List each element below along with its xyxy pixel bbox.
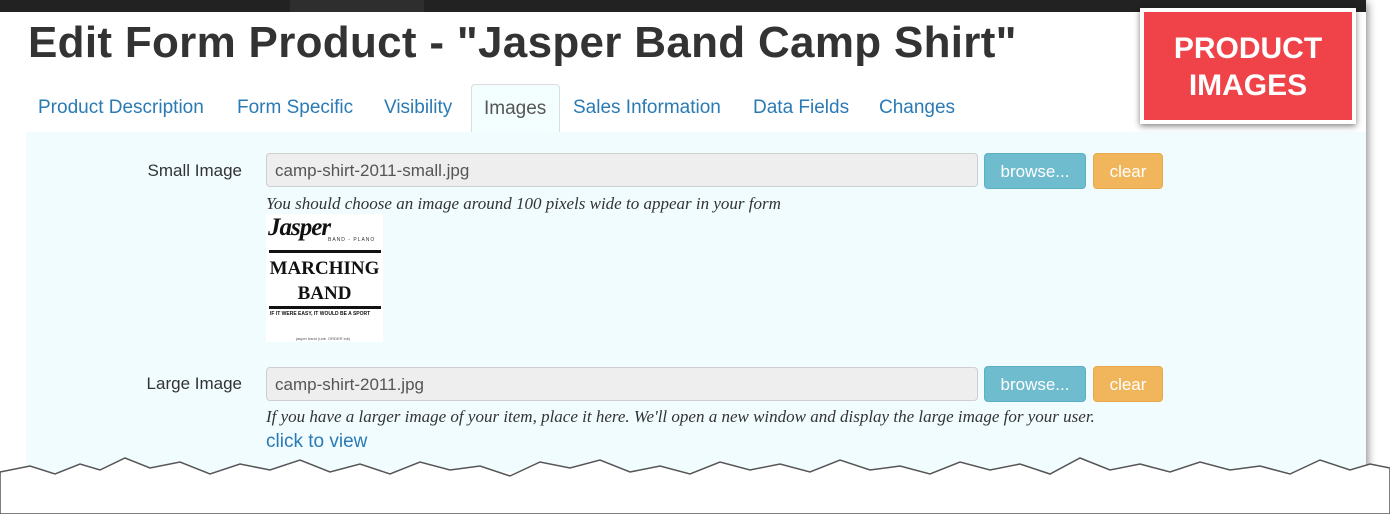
tab-visibility[interactable]: Visibility: [372, 84, 464, 131]
tab-form-specific[interactable]: Form Specific: [225, 84, 365, 131]
preview-rule-top: [269, 250, 381, 253]
product-images-badge: PRODUCT IMAGES: [1140, 8, 1356, 124]
badge-line1: PRODUCT: [1173, 32, 1323, 65]
small-image-browse-button[interactable]: browse...: [984, 153, 1086, 189]
tab-product-description[interactable]: Product Description: [26, 84, 216, 131]
top-nav-segment: [290, 0, 424, 12]
large-image-clear-button[interactable]: clear: [1093, 366, 1163, 402]
tab-data-fields[interactable]: Data Fields: [741, 84, 861, 131]
preview-rule-bottom: [269, 306, 381, 309]
preview-logo-text: Jasper: [268, 214, 331, 241]
tab-images[interactable]: Images: [471, 84, 560, 133]
large-image-label: Large Image: [146, 374, 242, 393]
page-title: Edit Form Product - "Jasper Band Camp Sh…: [28, 18, 1017, 67]
preview-sub-text: BAND - PLANO: [328, 237, 376, 243]
torn-edge: [0, 457, 1390, 514]
click-to-view-link[interactable]: click to view: [266, 431, 367, 453]
small-image-field[interactable]: camp-shirt-2011-small.jpg: [266, 153, 978, 187]
small-image-help: You should choose an image around 100 pi…: [266, 194, 781, 213]
preview-line1: MARCHING: [269, 258, 380, 279]
large-image-help: If you have a larger image of your item,…: [266, 407, 1095, 426]
tab-sales-information[interactable]: Sales Information: [561, 84, 733, 131]
large-image-browse-button[interactable]: browse...: [984, 366, 1086, 402]
small-image-clear-button[interactable]: clear: [1093, 153, 1163, 189]
small-image-preview: Jasper BAND - PLANO MARCHING BAND IF IT …: [266, 214, 383, 342]
tab-changes[interactable]: Changes: [867, 84, 967, 131]
large-image-field[interactable]: camp-shirt-2011.jpg: [266, 367, 978, 401]
small-image-label: Small Image: [147, 161, 242, 180]
badge-line2: IMAGES: [1188, 69, 1308, 102]
preview-line2: BAND: [297, 283, 352, 304]
preview-fine-print: jasper band (unk. ORDER ink): [296, 336, 351, 341]
preview-tagline: IF IT WERE EASY, IT WOULD BE A SPORT: [270, 311, 371, 317]
